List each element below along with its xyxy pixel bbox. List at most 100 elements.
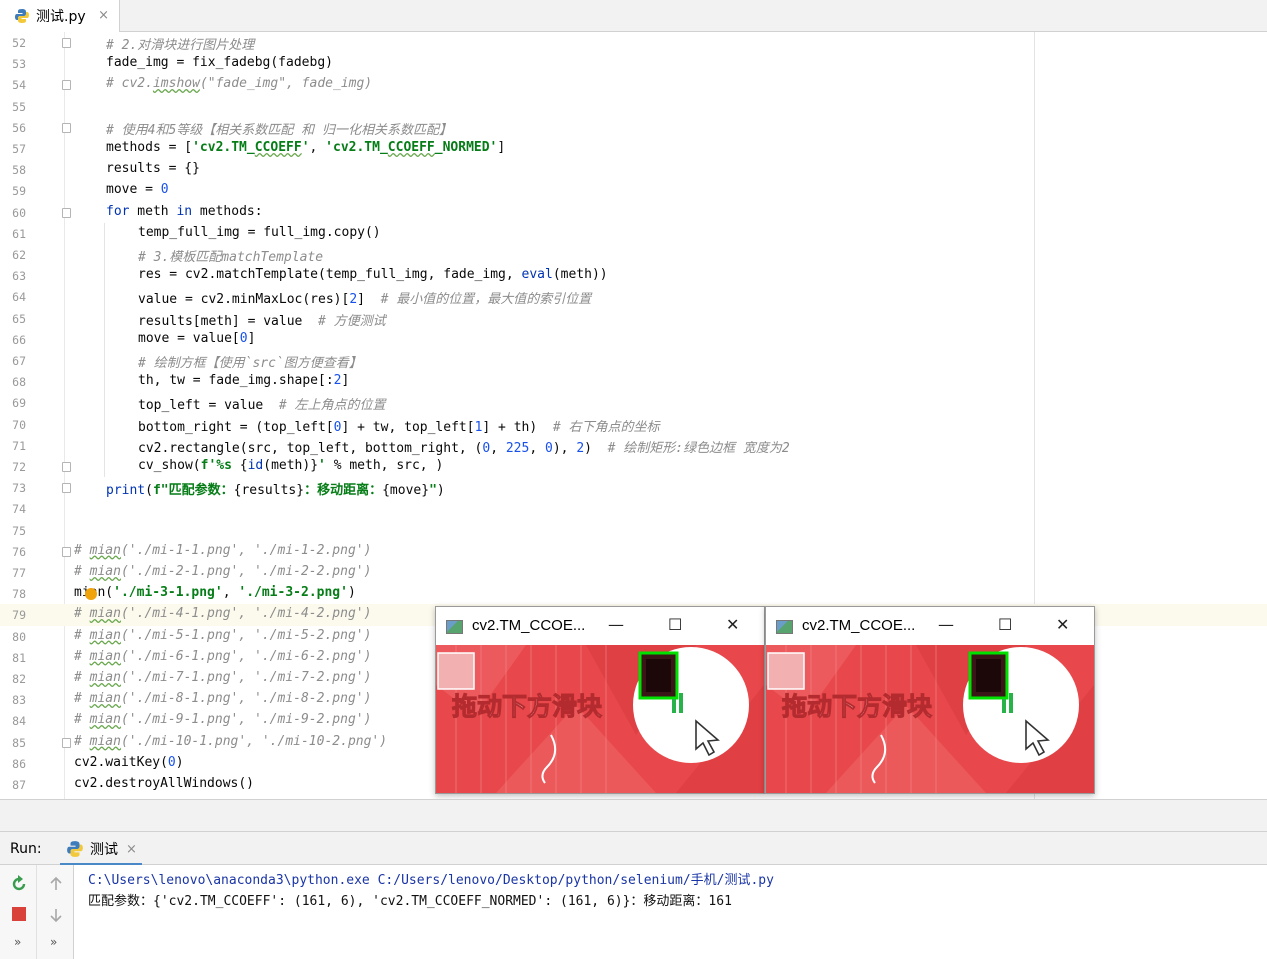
console-output-line: 匹配参数：{'cv2.TM_CCOEFF': (161, 6), 'cv2.TM… [88, 894, 732, 909]
run-tab-label: 测试 [90, 842, 118, 858]
indent-guide [104, 413, 105, 435]
python-run-icon [67, 841, 83, 857]
code-line[interactable]: 67 # 绘制方框【使用`src`图方便查看】 [0, 350, 1267, 372]
rerun-icon[interactable] [10, 875, 28, 893]
run-tab[interactable]: 测试 × [66, 832, 137, 866]
code-line[interactable]: 76 # mian('./mi-1-1.png', './mi-1-2.png') [0, 541, 1267, 562]
run-label: Run: [10, 841, 42, 857]
arrow-down-icon[interactable] [48, 907, 64, 923]
code-line[interactable]: 64 value = cv2.minMaxLoc(res)[2] # 最小值的位置… [0, 286, 1267, 308]
fold-marker-icon[interactable] [62, 207, 71, 218]
indent-guide [104, 392, 105, 414]
maximize-button[interactable]: ☐ [998, 615, 1012, 634]
code-line[interactable]: 58 results = {} [0, 159, 1267, 180]
code-line[interactable]: 65 results[meth] = value # 方便测试 [0, 307, 1267, 329]
run-tab-close-icon[interactable]: × [126, 842, 137, 857]
code-line[interactable]: 73 print(f"匹配参数：{results}：移动距离：{move}") [0, 477, 1267, 498]
line-number: 52 [12, 36, 26, 50]
code-line[interactable]: 77 # mian('./mi-2-1.png', './mi-2-2.png') [0, 562, 1267, 583]
code-line[interactable]: 54 # cv2.imshow("fade_img", fade_img) [0, 74, 1267, 95]
fold-marker-icon[interactable] [62, 38, 71, 48]
code-line[interactable]: 70 bottom_right = (top_left[0] + tw, top_… [0, 413, 1267, 435]
run-console[interactable]: C:\Users\lenovo\anaconda3\python.exe C:/… [74, 865, 1267, 959]
opencv-window-icon [776, 620, 793, 634]
code-line[interactable]: 63 res = cv2.matchTemplate(temp_full_img,… [0, 265, 1267, 287]
code-line[interactable]: 62 # 3.模板匹配matchTemplate [0, 244, 1267, 266]
line-number: 82 [12, 672, 26, 686]
window-title: cv2.TM_CCOE... [802, 617, 916, 634]
line-number: 76 [12, 544, 26, 559]
code-line[interactable]: 68 th, tw = fade_img.shape[:2] [0, 371, 1267, 393]
line-number: 67 [12, 354, 26, 368]
code-line[interactable]: 78 mian('./mi-3-1.png', './mi-3-2.png') [0, 583, 1267, 604]
code-line[interactable]: 60 for meth in methods: [0, 202, 1267, 223]
line-number: 65 [12, 311, 26, 326]
minimize-button[interactable]: — [608, 615, 624, 634]
line-number: 68 [12, 375, 26, 390]
captcha-image: 拖动下方滑块 [436, 645, 764, 793]
run-toolbar: » » [0, 865, 74, 959]
indent-guide [104, 434, 105, 456]
code-line[interactable]: 61 temp_full_img = full_img.copy() [0, 222, 1267, 244]
fold-marker-icon[interactable] [62, 462, 71, 472]
code-line[interactable]: 75 [0, 520, 1267, 541]
close-button[interactable]: ✕ [1056, 615, 1069, 634]
fold-marker-icon[interactable] [62, 483, 71, 494]
minimize-button[interactable]: — [938, 615, 954, 634]
code-line[interactable]: 66 move = value[0] [0, 328, 1267, 350]
code-text: results = {} [106, 161, 200, 177]
image-window-ccoeff-normed[interactable]: cv2.TM_CCOE... — ☐ ✕ 拖动下方滑块 [765, 606, 1095, 794]
panel-divider[interactable] [0, 799, 1267, 831]
fold-marker-icon[interactable] [62, 737, 71, 748]
window-titlebar[interactable]: cv2.TM_CCOE... — ☐ ✕ [766, 607, 1094, 645]
indent-guide [104, 350, 105, 372]
arrow-up-icon[interactable] [48, 876, 64, 892]
line-number: 58 [12, 163, 26, 178]
line-number: 78 [12, 587, 26, 602]
code-text: # mian('./mi-10-1.png', './mi-10-2.png') [74, 733, 388, 749]
image-window-ccoeff[interactable]: cv2.TM_CCOE... — ☐ ✕ 拖动下方滑块 [435, 606, 765, 794]
code-text: cv2.waitKey(0) [74, 754, 184, 770]
code-text: # mian('./mi-4-1.png', './mi-4-2.png') [74, 606, 372, 622]
code-text: # mian('./mi-1-1.png', './mi-1-2.png') [74, 542, 372, 558]
code-text: mian('./mi-3-1.png', './mi-3-2.png') [74, 585, 356, 601]
code-text: for meth in methods: [106, 203, 263, 219]
fold-marker-icon[interactable] [62, 546, 71, 557]
line-number: 57 [12, 142, 26, 156]
more-actions-icon[interactable]: » [14, 935, 21, 949]
code-text: # 使用4和5等级【相关系数匹配 和 归一化相关系数匹配】 [106, 122, 452, 138]
code-line[interactable]: 72 cv_show(f'%s {id(meth)}' % meth, src, … [0, 456, 1267, 478]
toolbar-column-divider [36, 865, 37, 959]
code-line[interactable]: 52 # 2.对滑块进行图片处理 [0, 32, 1267, 53]
maximize-button[interactable]: ☐ [668, 615, 682, 634]
line-number: 74 [12, 502, 26, 517]
code-line[interactable]: 55 [0, 96, 1267, 117]
code-text: cv2.destroyAllWindows() [74, 776, 255, 791]
code-text: print(f"匹配参数：{results}：移动距离：{move}") [106, 483, 445, 499]
code-text: temp_full_img = full_img.copy() [138, 224, 381, 240]
captcha-caption: 拖动下方滑块 [452, 692, 602, 721]
fold-marker-icon[interactable] [62, 122, 71, 133]
code-text: # mian('./mi-6-1.png', './mi-6-2.png') [74, 648, 372, 664]
fold-marker-icon[interactable] [62, 80, 71, 91]
line-number: 66 [12, 332, 26, 347]
code-line[interactable]: 69 top_left = value # 左上角点的位置 [0, 392, 1267, 414]
line-number: 54 [12, 78, 26, 93]
code-line[interactable]: 71 cv2.rectangle(src, top_left, bottom_ri… [0, 434, 1267, 456]
indent-guide [104, 307, 105, 329]
intention-bulb-icon[interactable] [85, 588, 97, 600]
tab-file-label: 测试.py [36, 9, 86, 25]
window-titlebar[interactable]: cv2.TM_CCOE... — ☐ ✕ [436, 607, 764, 645]
code-text: move = 0 [106, 182, 169, 198]
code-line[interactable]: 56 # 使用4和5等级【相关系数匹配 和 归一化相关系数匹配】 [0, 117, 1267, 138]
code-line[interactable]: 57 methods = ['cv2.TM_CCOEFF', 'cv2.TM_CC… [0, 138, 1267, 159]
code-line[interactable]: 59 move = 0 [0, 180, 1267, 201]
tab-close-icon[interactable]: × [98, 8, 109, 23]
more-actions-icon-2[interactable]: » [50, 935, 57, 949]
tab-file[interactable]: 测试.py × [0, 0, 120, 32]
code-line[interactable]: 53 fade_img = fix_fadebg(fadebg) [0, 53, 1267, 74]
close-button[interactable]: ✕ [726, 615, 739, 634]
code-line[interactable]: 74 [0, 498, 1267, 519]
line-number: 55 [12, 99, 26, 114]
stop-icon[interactable] [12, 907, 26, 921]
